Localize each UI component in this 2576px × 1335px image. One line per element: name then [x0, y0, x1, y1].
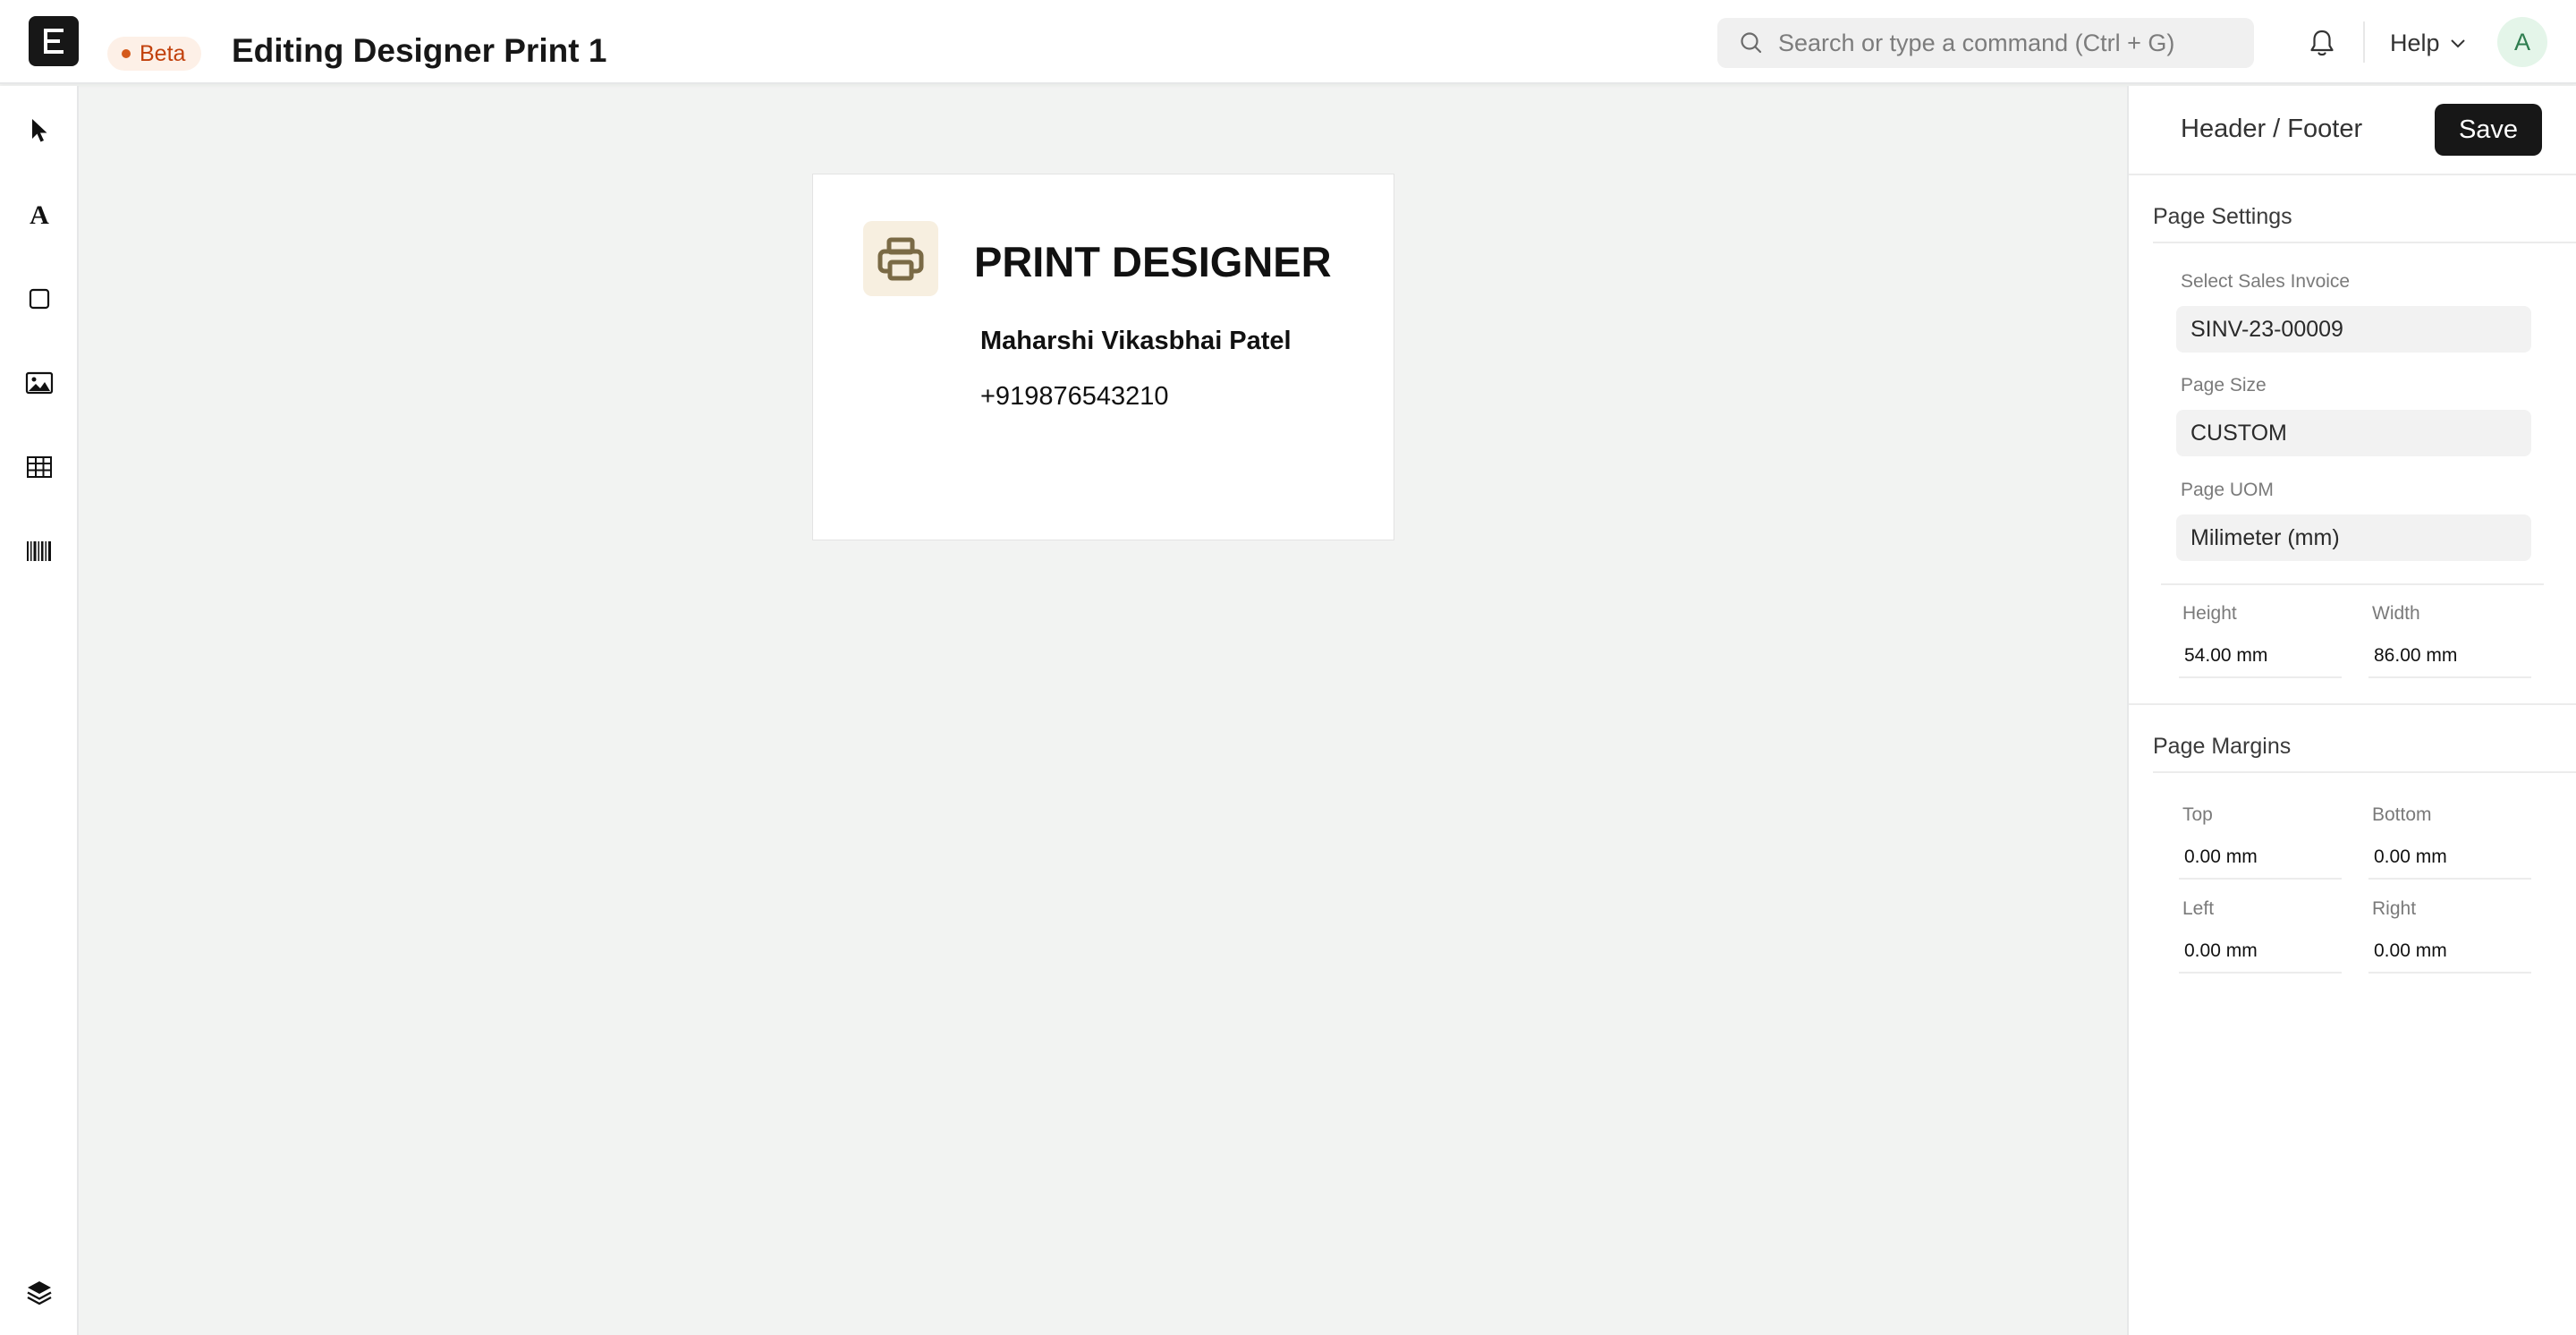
beta-label: Beta: [140, 40, 186, 66]
margin-bottom-label: Bottom: [2372, 804, 2432, 825]
tab-header-footer[interactable]: Header / Footer: [2181, 115, 2362, 144]
text-icon: A: [30, 200, 49, 229]
page-margins-title[interactable]: Page Margins: [2153, 734, 2291, 760]
beta-dot-icon: [122, 49, 131, 58]
search-bar[interactable]: [1717, 18, 2254, 68]
margin-left-label: Left: [2182, 898, 2215, 919]
height-input[interactable]: 54.00 mm: [2179, 635, 2342, 678]
card-name[interactable]: Maharshi Vikasbhai Patel: [980, 327, 1292, 356]
card-logo[interactable]: [863, 221, 938, 296]
layers-tool[interactable]: [20, 1272, 59, 1312]
page-uom-label: Page UOM: [2181, 480, 2274, 500]
page-uom-select[interactable]: Milimeter (mm): [2176, 514, 2531, 561]
page-title: Editing Designer Print 1: [232, 32, 607, 69]
section-divider: [2153, 771, 2576, 773]
app-logo[interactable]: [29, 16, 79, 66]
bell-icon: [2310, 30, 2334, 56]
save-button[interactable]: Save: [2435, 104, 2542, 156]
page-settings-title[interactable]: Page Settings: [2153, 204, 2292, 230]
width-label: Width: [2372, 603, 2420, 624]
properties-panel: Header / Footer Save Page Settings Selec…: [2127, 86, 2576, 1335]
top-bar: Beta Editing Designer Print 1 Help A: [0, 0, 2576, 84]
margin-right-input[interactable]: 0.00 mm: [2368, 931, 2531, 974]
cursor-icon: [32, 119, 47, 142]
card-phone[interactable]: +919876543210: [980, 382, 1168, 412]
svg-text:A: A: [30, 200, 49, 229]
page-size-label: Page Size: [2181, 375, 2267, 395]
barcode-tool[interactable]: [20, 531, 59, 571]
notifications-button[interactable]: [2306, 25, 2338, 61]
barcode-icon: [27, 541, 51, 561]
rectangle-tool[interactable]: [20, 279, 59, 319]
field-divider: [2161, 583, 2544, 585]
help-dropdown[interactable]: Help: [2390, 27, 2467, 59]
margin-bottom-input[interactable]: 0.00 mm: [2368, 837, 2531, 880]
help-label: Help: [2390, 29, 2440, 56]
margin-top-input[interactable]: 0.00 mm: [2179, 837, 2342, 880]
beta-badge: Beta: [107, 37, 202, 71]
page-size-select[interactable]: CUSTOM: [2176, 410, 2531, 456]
printer-icon: [877, 237, 924, 281]
text-tool[interactable]: A: [20, 195, 59, 234]
avatar[interactable]: A: [2497, 17, 2547, 67]
margin-left-input[interactable]: 0.00 mm: [2179, 931, 2342, 974]
image-icon: [25, 371, 54, 395]
image-tool[interactable]: [20, 363, 59, 403]
table-icon: [27, 456, 52, 478]
panel-divider: [2129, 174, 2576, 175]
rectangle-icon: [29, 288, 50, 310]
print-card[interactable]: PRINT DESIGNER Maharshi Vikasbhai Patel …: [812, 174, 1394, 540]
margin-top-label: Top: [2182, 804, 2213, 825]
section-divider: [2153, 242, 2576, 243]
sales-invoice-label: Select Sales Invoice: [2181, 271, 2351, 292]
select-tool[interactable]: [20, 111, 59, 150]
card-title[interactable]: PRINT DESIGNER: [974, 237, 1332, 286]
layers-icon: [27, 1281, 52, 1305]
panel-divider: [2129, 703, 2576, 705]
logo-icon: [44, 29, 64, 54]
margin-right-label: Right: [2372, 898, 2417, 919]
width-input[interactable]: 86.00 mm: [2368, 635, 2531, 678]
search-icon: [1741, 32, 1762, 54]
table-tool[interactable]: [20, 447, 59, 487]
header-divider: [2363, 21, 2365, 63]
search-input[interactable]: [1778, 29, 2225, 57]
sales-invoice-select[interactable]: SINV-23-00009: [2176, 306, 2531, 353]
chevron-down-icon: [2450, 39, 2465, 48]
height-label: Height: [2182, 603, 2237, 624]
left-toolbar: A: [0, 86, 79, 1335]
